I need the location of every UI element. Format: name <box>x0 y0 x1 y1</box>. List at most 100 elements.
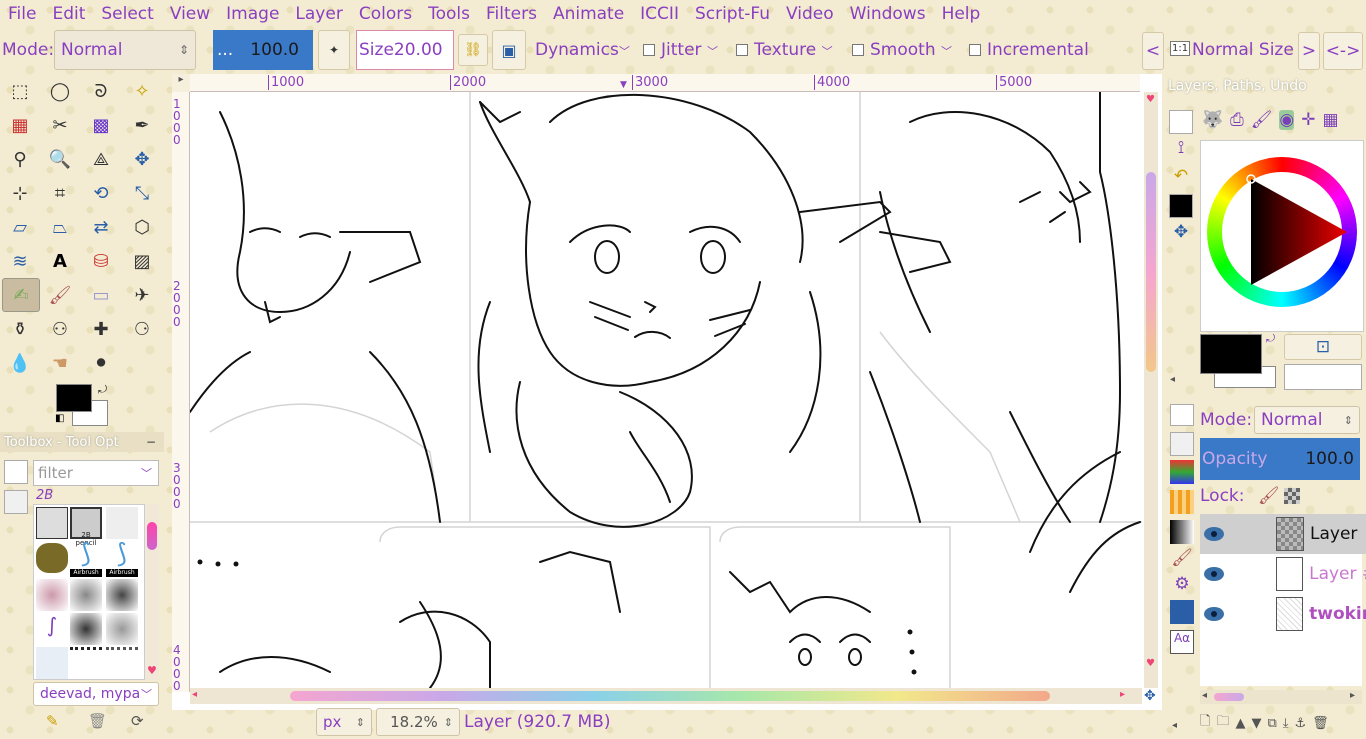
layer-row[interactable]: twokin <box>1200 594 1366 634</box>
lock-pixels-icon[interactable]: 🖌 <box>1258 486 1280 506</box>
clone-tool[interactable]: ⚇ <box>45 314 75 344</box>
dodge-burn-tool[interactable]: ⚫ <box>86 348 116 378</box>
menu-video[interactable]: Video <box>778 4 842 24</box>
swap-colors-icon[interactable]: ⤾ <box>98 383 107 397</box>
size-spin[interactable]: Size 20.00 <box>356 30 454 70</box>
scroll-left-icon[interactable]: ◂ <box>192 689 197 700</box>
layers-hscrollbar[interactable]: ◂ ▸ <box>1200 690 1362 704</box>
cage-tool[interactable]: ⬡ <box>127 212 157 242</box>
hscroll-thumb[interactable] <box>290 691 1050 701</box>
rotate-tool[interactable]: ⟲ <box>86 178 116 208</box>
hex-color-input[interactable] <box>1284 364 1362 390</box>
new-layer-icon[interactable]: 🗋 <box>1200 712 1210 734</box>
mypaint-brush-tool[interactable]: ✍ <box>2 278 40 312</box>
horizontal-scrollbar[interactable]: ◂ ▸ <box>190 688 1142 704</box>
bucket-fill-tool[interactable]: ⛁ <box>86 246 116 276</box>
printer-icon[interactable]: ⎙ <box>1230 110 1244 130</box>
lock-alpha-icon[interactable] <box>1284 488 1300 504</box>
cmyk-icon[interactable]: ✛ <box>1301 110 1315 130</box>
incremental-checkbox[interactable] <box>969 44 981 56</box>
brush-tab-icon[interactable] <box>4 460 28 484</box>
brush-thumb[interactable] <box>106 579 138 611</box>
brush-thumb[interactable] <box>36 507 68 539</box>
scroll-right-icon[interactable]: ▸ <box>1350 690 1355 701</box>
menu-help[interactable]: Help <box>934 4 989 24</box>
brush-thumb[interactable] <box>106 613 138 645</box>
default-colors-icon[interactable]: ◧ <box>55 413 64 424</box>
layer-row-active[interactable]: Layer <box>1200 514 1366 554</box>
menu-tools[interactable]: Tools <box>420 4 478 24</box>
channels-dock-icon[interactable] <box>1170 460 1194 484</box>
align-tool[interactable]: ⊹ <box>5 178 35 208</box>
visibility-eye-icon[interactable] <box>1204 527 1224 541</box>
visibility-eye-icon[interactable] <box>1204 567 1224 581</box>
menu-select[interactable]: Select <box>93 4 161 24</box>
images-dock-icon[interactable] <box>1170 600 1194 624</box>
reset-size-button[interactable]: ⛓ <box>458 34 488 66</box>
refresh-brushes-icon[interactable]: ⟳ <box>131 712 144 730</box>
visibility-eye-icon[interactable] <box>1204 607 1224 621</box>
brush-thumb[interactable] <box>70 647 102 679</box>
menu-colors[interactable]: Colors <box>351 4 420 24</box>
layers-tab-icon[interactable] <box>1169 110 1193 134</box>
menu-windows[interactable]: Windows <box>842 4 934 24</box>
expand-button[interactable]: <-> <box>1323 32 1363 70</box>
zoom-select[interactable]: 18.2% ⇕ <box>376 708 460 736</box>
tool-presets-dock-icon[interactable]: ⚙ <box>1170 574 1194 598</box>
incremental-toggle[interactable]: Incremental <box>969 40 1089 60</box>
tool-options-tab-icon[interactable] <box>4 490 28 514</box>
duplicate-layer-icon[interactable]: ⧉ <box>1267 716 1276 731</box>
merge-down-icon[interactable]: ⤓ <box>1283 716 1289 731</box>
menu-layer[interactable]: Layer <box>287 4 350 24</box>
layers-dock-icon[interactable] <box>1170 432 1194 456</box>
menu-edit[interactable]: Edit <box>44 4 93 24</box>
menu-file[interactable]: File <box>0 4 44 24</box>
smooth-toggle[interactable]: Smooth ﹀ <box>852 40 952 60</box>
menu-script-fu[interactable]: Script-Fu <box>687 4 778 24</box>
fg-color-swatch[interactable] <box>56 384 92 412</box>
anchor-icon[interactable]: ⚓ <box>1295 716 1307 731</box>
brush-editor-dock-icon[interactable]: 🖌 <box>1170 548 1194 572</box>
brush-scrollbar[interactable]: ♥ <box>145 504 159 680</box>
brush-color-icon[interactable]: 🖌 <box>1251 110 1273 130</box>
next-button[interactable]: > <box>1298 32 1320 70</box>
eraser-tool[interactable]: ▭ <box>86 280 116 310</box>
by-color-select-tool[interactable]: ▦ <box>5 110 35 140</box>
brush-thumb[interactable] <box>70 613 102 645</box>
saturation-triangle[interactable] <box>1207 157 1357 307</box>
menu-animate[interactable]: Animate <box>545 4 632 24</box>
brush-thumb[interactable] <box>106 507 138 539</box>
brush-scroll-thumb[interactable] <box>147 522 157 550</box>
ellipse-select-tool[interactable]: ◯ <box>45 76 75 106</box>
brush-filter-input[interactable]: filter ﹀ <box>33 460 159 486</box>
layer-opacity-spin[interactable]: Opacity 100.0 <box>1200 438 1360 480</box>
brush-thumb-selected[interactable]: 2B pencil <box>70 507 102 547</box>
scroll-left-icon[interactable]: ◂ <box>1202 690 1207 701</box>
layer-row[interactable]: Layer # <box>1200 554 1366 594</box>
unit-select[interactable]: px ⇕ <box>316 708 372 736</box>
heal-tool[interactable]: ✚ <box>86 314 116 344</box>
undo-tab-icon[interactable]: ↶ <box>1169 166 1193 190</box>
brush-thumb[interactable] <box>36 543 68 573</box>
delete-brush-icon[interactable]: 🗑 <box>88 712 107 730</box>
brush-select-button[interactable]: ✦ <box>318 30 350 70</box>
texture-toggle[interactable]: Texture ﹀ <box>736 40 833 60</box>
airbrush-tool[interactable]: ✈ <box>127 280 157 310</box>
lasso-tool[interactable]: ᘐ <box>86 76 116 106</box>
smooth-checkbox[interactable] <box>852 44 864 56</box>
color-wheel-tab-icon[interactable]: ◉ <box>1279 110 1295 130</box>
zoom-tool[interactable]: 🔍 <box>45 144 75 174</box>
measure-tool[interactable]: ⟁ <box>86 144 116 174</box>
scale-tool[interactable]: ⤡ <box>127 178 157 208</box>
brush-thumb[interactable]: ∫ <box>36 613 68 645</box>
rect-select-tool[interactable]: ⬚ <box>5 76 35 106</box>
paths-tool[interactable]: ✒ <box>127 110 157 140</box>
prev-button[interactable]: < <box>1142 32 1164 70</box>
menu-arrow-icon[interactable]: ▸ <box>172 74 190 92</box>
crop-tool[interactable]: ⌗ <box>45 178 75 208</box>
dynamics-dropdown[interactable]: Dynamics﹀ <box>535 40 630 60</box>
menu-filters[interactable]: Filters <box>478 4 545 24</box>
brush-thumb[interactable] <box>36 579 68 611</box>
vertical-scrollbar[interactable]: ♥ ♥ <box>1144 92 1158 688</box>
navigate-icon[interactable]: ✥ <box>1144 688 1156 704</box>
